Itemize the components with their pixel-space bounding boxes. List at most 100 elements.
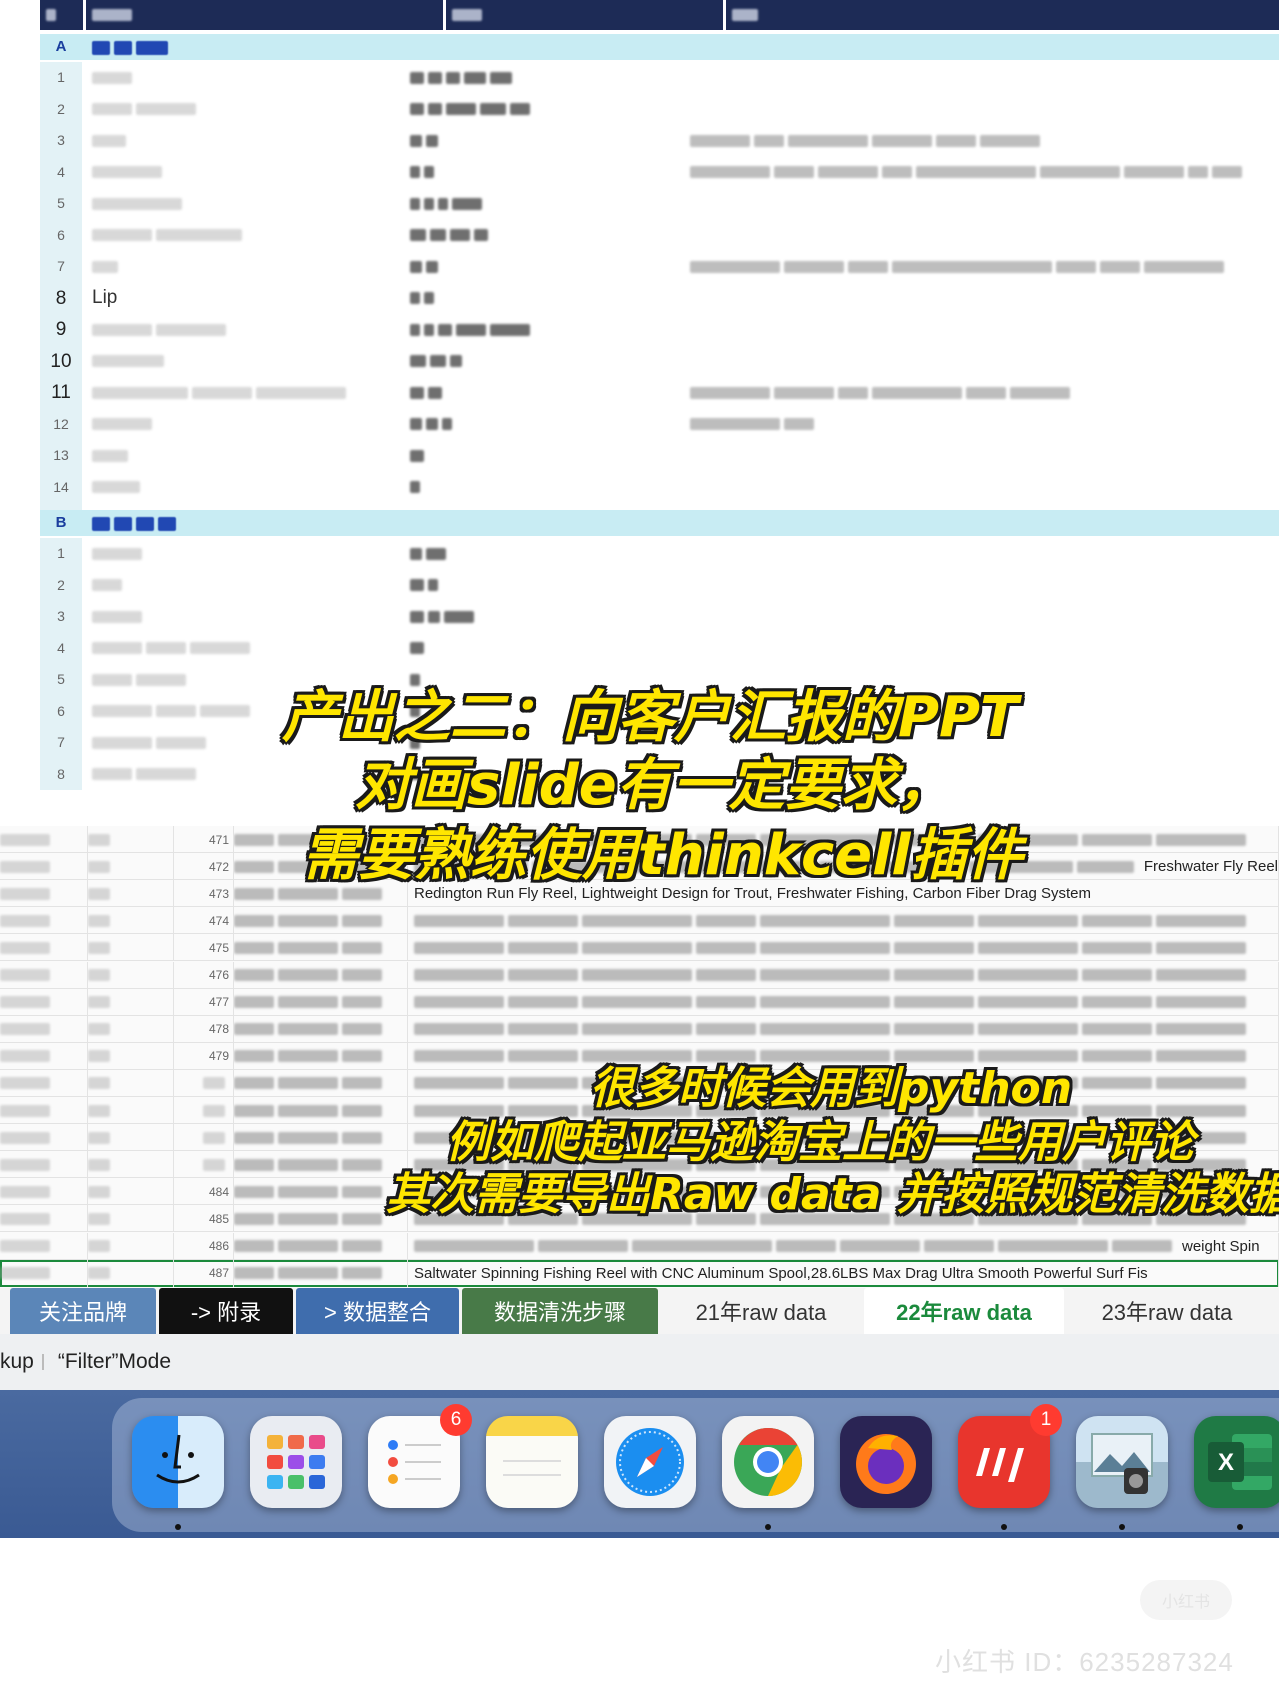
asin-cell[interactable] <box>234 1124 408 1152</box>
row-id-cell[interactable]: 479 <box>174 1042 234 1070</box>
asin-cell[interactable] <box>234 1232 408 1260</box>
row-id-cell[interactable] <box>174 1124 234 1152</box>
row-id-cell[interactable]: 477 <box>174 988 234 1016</box>
market-cell[interactable] <box>88 880 174 908</box>
excel-icon[interactable]: X <box>1194 1416 1279 1530</box>
market-cell[interactable] <box>88 1259 174 1287</box>
date-cell[interactable] <box>0 907 88 935</box>
row-id-cell[interactable]: 474 <box>174 907 234 935</box>
finder-icon[interactable] <box>132 1416 224 1530</box>
table-row[interactable]: 477 <box>0 988 1279 1016</box>
tab-follow-brands[interactable]: 关注品牌 <box>10 1288 156 1334</box>
market-cell[interactable] <box>88 1124 174 1152</box>
date-cell[interactable] <box>0 880 88 908</box>
market-cell[interactable] <box>88 988 174 1016</box>
table-row[interactable]: 476 <box>0 961 1279 989</box>
asin-cell[interactable] <box>234 907 408 935</box>
dip-icon[interactable]: 1 <box>958 1404 1062 1530</box>
date-cell[interactable] <box>0 1015 88 1043</box>
row-id-cell[interactable] <box>174 1151 234 1179</box>
table-row[interactable]: 486 weight Spin <box>0 1232 1279 1260</box>
date-cell[interactable] <box>0 1042 88 1070</box>
notes-icon[interactable] <box>486 1416 578 1508</box>
market-cell[interactable] <box>88 1232 174 1260</box>
launchpad-icon[interactable] <box>250 1416 342 1508</box>
date-cell[interactable] <box>0 988 88 1016</box>
date-cell[interactable] <box>0 1097 88 1124</box>
redacted-text <box>424 197 434 210</box>
market-cell[interactable] <box>88 853 174 881</box>
table-row[interactable]: 475 <box>0 934 1279 962</box>
firefox-icon[interactable] <box>840 1416 932 1508</box>
market-cell[interactable] <box>88 907 174 935</box>
product-title-cell[interactable] <box>408 907 1279 935</box>
asin-cell[interactable] <box>234 1205 408 1233</box>
chrome-icon[interactable] <box>722 1416 814 1530</box>
product-title-cell[interactable] <box>408 934 1279 962</box>
date-cell[interactable] <box>0 1069 88 1097</box>
market-cell[interactable] <box>88 1097 174 1124</box>
tab-raw-data-22[interactable]: 22年raw data <box>864 1288 1064 1334</box>
tab-appendix[interactable]: -> 附录 <box>159 1288 293 1334</box>
market-cell[interactable] <box>88 1069 174 1097</box>
asin-cell[interactable] <box>234 1178 408 1206</box>
market-cell[interactable] <box>88 961 174 989</box>
row-id-cell[interactable]: 478 <box>174 1015 234 1043</box>
market-cell[interactable] <box>88 1042 174 1070</box>
market-cell[interactable] <box>88 1178 174 1206</box>
tab-raw-data-23[interactable]: 23年raw data <box>1067 1288 1267 1334</box>
market-cell[interactable] <box>88 1015 174 1043</box>
product-title-cell[interactable]: Saltwater Spinning Fishing Reel with CNC… <box>408 1259 1279 1287</box>
asin-cell[interactable] <box>234 1259 408 1287</box>
market-cell[interactable] <box>88 826 174 853</box>
market-cell[interactable] <box>88 1205 174 1233</box>
row-id-cell[interactable]: 471 <box>174 826 234 853</box>
row-name <box>92 570 126 602</box>
table-row[interactable]: 487 Saltwater Spinning Fishing Reel with … <box>0 1259 1279 1287</box>
table-row[interactable]: 474 <box>0 907 1279 935</box>
row-id-cell[interactable] <box>174 1097 234 1124</box>
product-title-cell[interactable]: weight Spin <box>408 1232 1279 1260</box>
date-cell[interactable] <box>0 853 88 881</box>
asin-cell[interactable] <box>234 934 408 962</box>
redacted-text <box>278 1131 338 1144</box>
row-id-cell[interactable]: 475 <box>174 934 234 962</box>
date-cell[interactable] <box>0 826 88 853</box>
asin-cell[interactable] <box>234 1097 408 1124</box>
tab-data-integration[interactable]: > 数据整合 <box>296 1288 459 1334</box>
date-cell[interactable] <box>0 1151 88 1179</box>
row-id-cell[interactable] <box>174 1069 234 1097</box>
asin-cell[interactable] <box>234 988 408 1016</box>
product-title-cell[interactable] <box>408 1015 1279 1043</box>
asin-cell[interactable] <box>234 961 408 989</box>
date-cell[interactable] <box>0 1259 88 1287</box>
table-row[interactable]: 478 <box>0 1015 1279 1043</box>
tab-raw-data-21[interactable]: 21年raw data <box>661 1288 861 1334</box>
asin-cell[interactable] <box>234 1042 408 1070</box>
date-cell[interactable] <box>0 1178 88 1206</box>
row-id-cell[interactable]: 485 <box>174 1205 234 1233</box>
tab-data-cleaning-steps[interactable]: 数据清洗步骤 <box>462 1288 658 1334</box>
market-cell[interactable] <box>88 1151 174 1179</box>
row-id-cell[interactable]: 484 <box>174 1178 234 1206</box>
reminders-icon[interactable]: 6 <box>368 1404 472 1508</box>
row-id-cell[interactable]: 472 <box>174 853 234 881</box>
date-cell[interactable] <box>0 934 88 962</box>
row-id-cell[interactable]: 476 <box>174 961 234 989</box>
row-id-cell[interactable]: 473 <box>174 880 234 908</box>
date-cell[interactable] <box>0 1124 88 1152</box>
asin-cell[interactable] <box>234 1151 408 1179</box>
date-cell[interactable] <box>0 961 88 989</box>
row-id-cell[interactable]: 486 <box>174 1232 234 1260</box>
market-cell[interactable] <box>88 934 174 962</box>
preview-icon[interactable] <box>1076 1416 1168 1530</box>
safari-icon[interactable] <box>604 1416 696 1508</box>
product-title-cell[interactable] <box>408 988 1279 1016</box>
row-id-cell[interactable]: 487 <box>174 1259 234 1287</box>
product-title-cell[interactable] <box>408 961 1279 989</box>
date-cell[interactable] <box>0 1232 88 1260</box>
date-cell[interactable] <box>0 1205 88 1233</box>
asin-cell[interactable] <box>234 1015 408 1043</box>
redacted-text <box>278 1158 338 1171</box>
asin-cell[interactable] <box>234 1069 408 1097</box>
